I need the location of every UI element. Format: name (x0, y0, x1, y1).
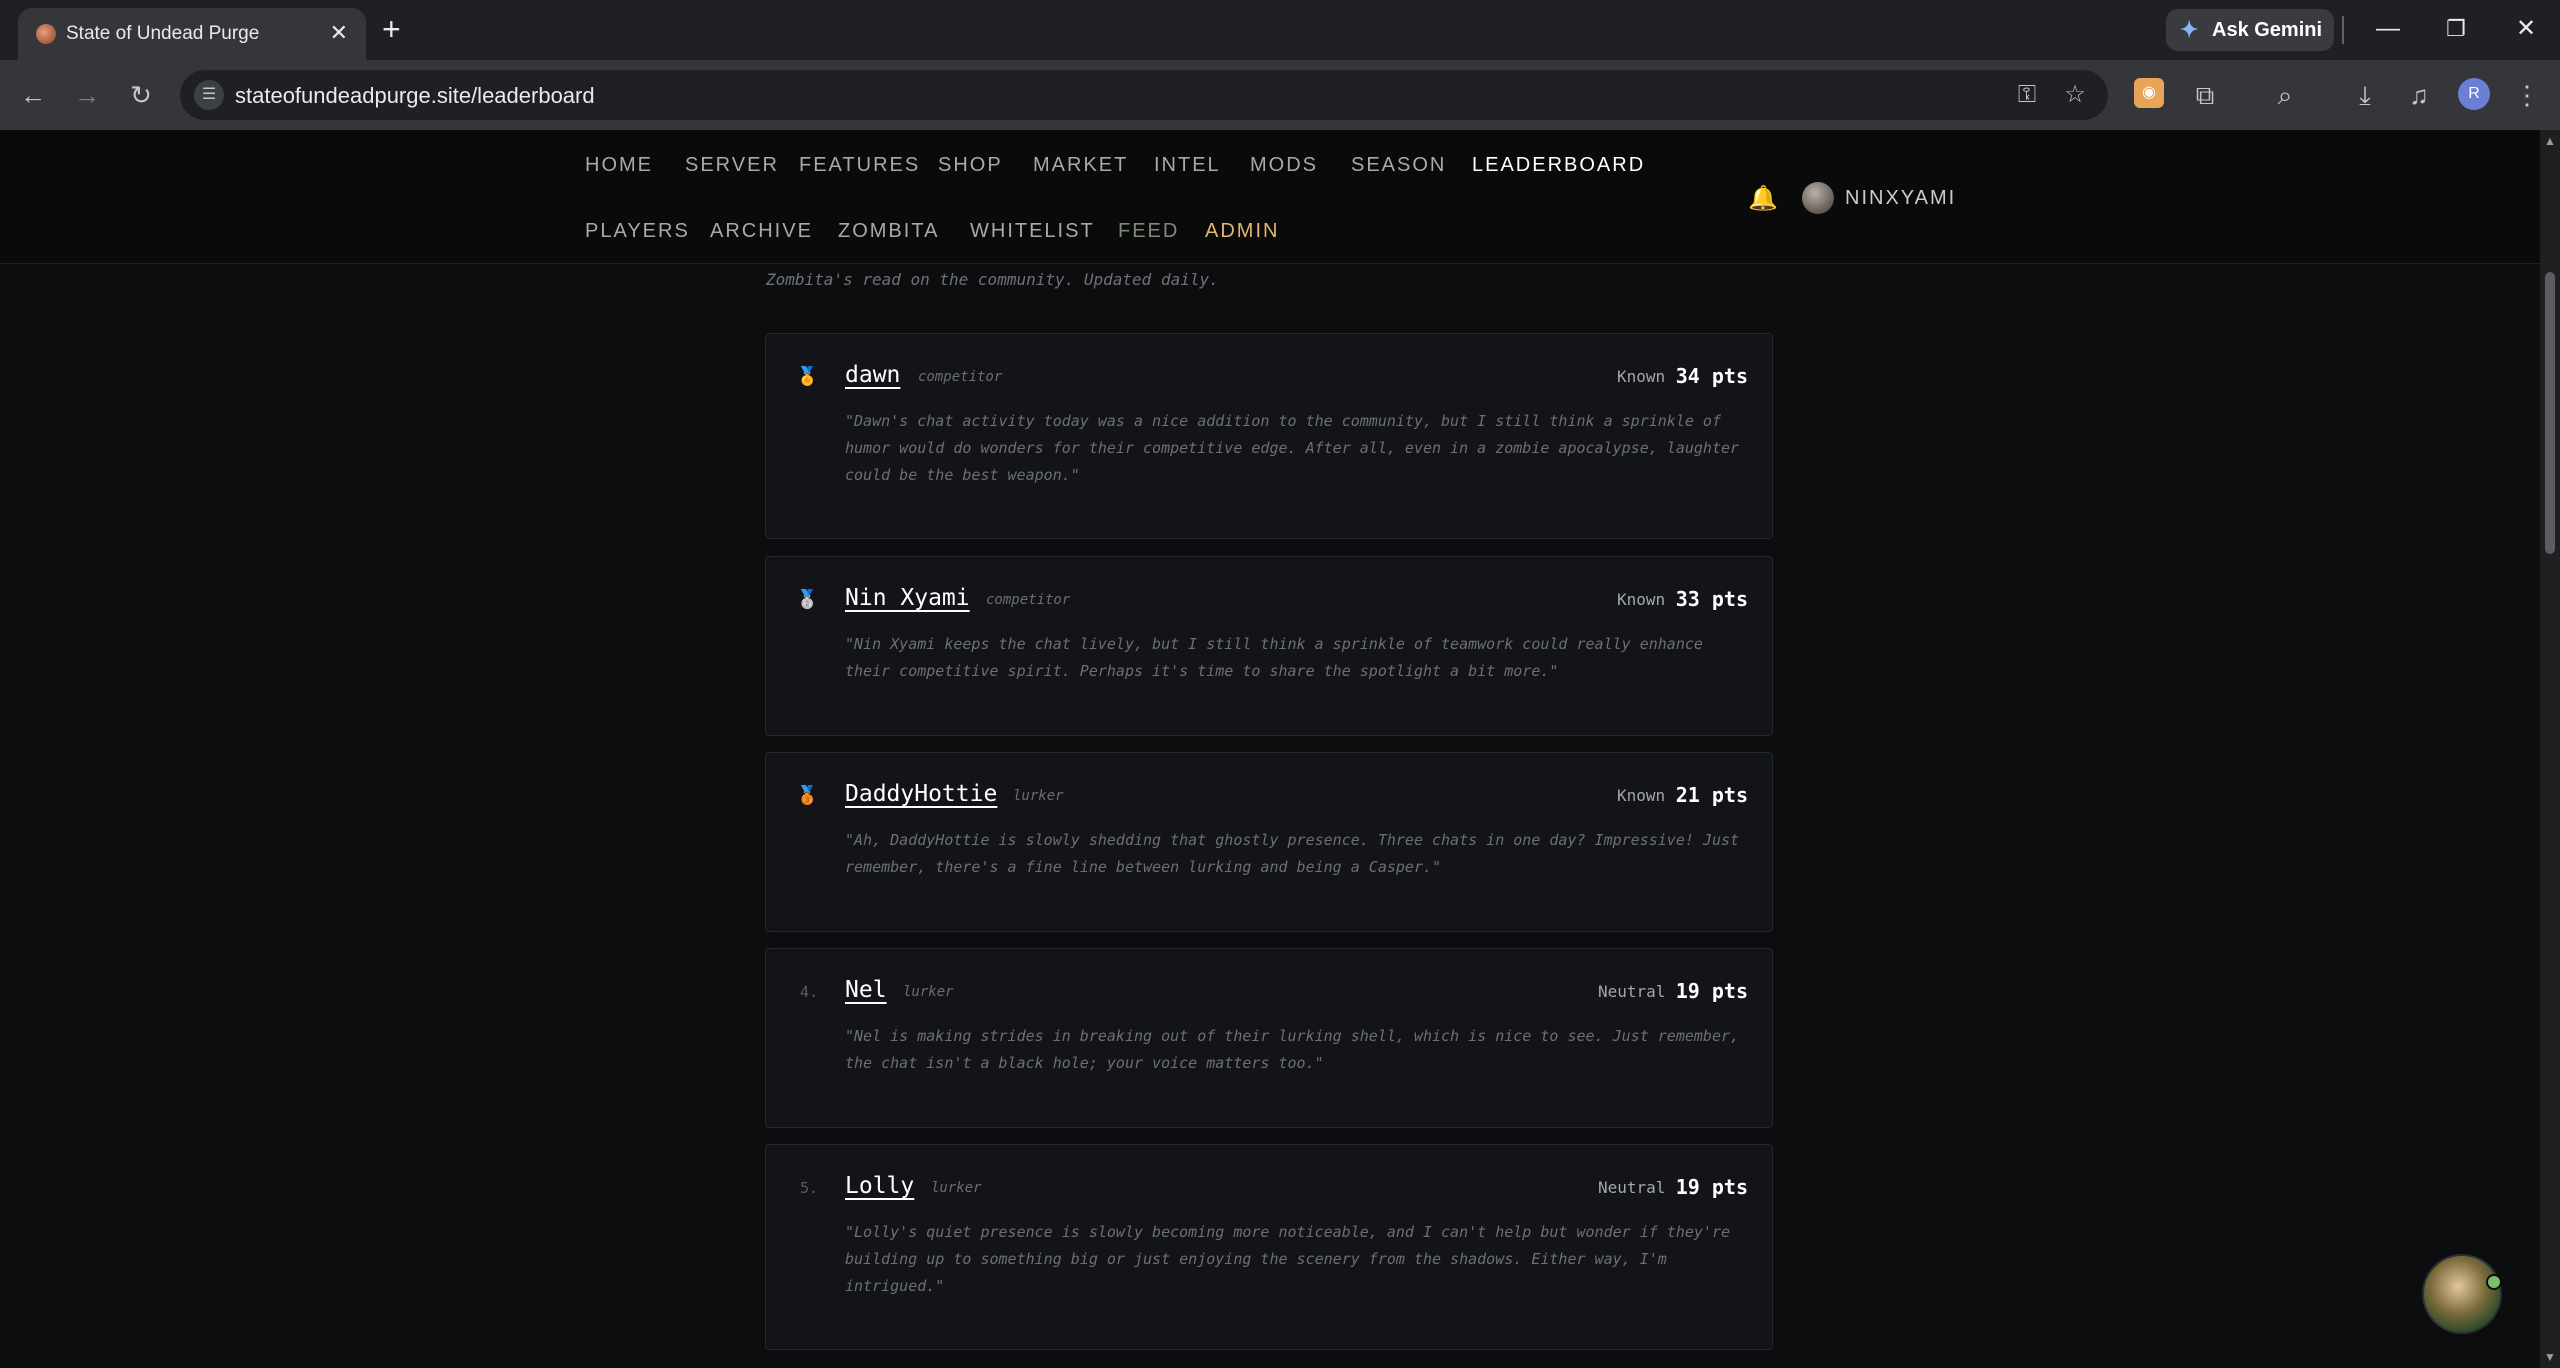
player-role: lurker (1013, 788, 1064, 804)
menu-kebab-icon[interactable]: ⋮ (2510, 78, 2544, 112)
nav-market[interactable]: MARKET (1033, 154, 1128, 177)
silver-medal-icon: 🥈 (796, 589, 819, 609)
rank-number: 5. (800, 1179, 819, 1197)
close-tab-icon[interactable]: ✕ (330, 20, 348, 46)
downloads-icon[interactable]: ⤓ (2348, 78, 2382, 112)
browser-toolbar: ← → ↻ ☰ stateofundeadpurge.site/leaderbo… (0, 60, 2560, 130)
browser-tab[interactable]: State of Undead Purge ✕ (18, 8, 366, 60)
address-bar[interactable]: ☰ stateofundeadpurge.site/leaderboard ⚿ … (180, 70, 2108, 120)
nav-feed[interactable]: FEED (1118, 220, 1179, 243)
zombita-chat-avatar[interactable] (2422, 1254, 2502, 1334)
nav-home[interactable]: HOME (585, 154, 653, 177)
player-standing: Known (1617, 367, 1666, 386)
tab-strip: State of Undead Purge ✕ + ✦ Ask Gemini —… (0, 0, 2560, 60)
player-points: 21 pts (1675, 783, 1748, 807)
notification-bell-icon[interactable]: 🔔 (1748, 184, 1778, 213)
close-window-icon[interactable]: ✕ (2506, 14, 2546, 44)
ask-gemini-label: Ask Gemini (2212, 19, 2323, 41)
password-key-icon[interactable]: ⚿ (2012, 80, 2042, 110)
gemini-sparkle-icon: ✦ (2180, 17, 2199, 42)
player-standing: Neutral (1598, 1178, 1666, 1197)
leaderboard-card: 🏅 dawn competitor Known 34 pts "Dawn's c… (765, 333, 1773, 539)
player-name-link[interactable]: Nin Xyami (845, 585, 970, 611)
restore-icon[interactable]: ❐ (2436, 14, 2476, 44)
scroll-down-icon[interactable]: ▼ (2544, 1350, 2556, 1364)
reload-icon[interactable]: ↻ (124, 78, 158, 112)
site-info-icon[interactable]: ☰ (194, 80, 224, 110)
media-controls-icon[interactable]: ♫ (2402, 78, 2436, 112)
player-standing: Known (1617, 786, 1666, 805)
nav-leaderboard[interactable]: LEADERBOARD (1472, 154, 1645, 177)
nav-zombita[interactable]: ZOMBITA (838, 220, 939, 243)
scroll-thumb[interactable] (2545, 272, 2555, 554)
nav-admin[interactable]: ADMIN (1205, 220, 1279, 243)
player-name-link[interactable]: DaddyHottie (845, 781, 997, 807)
zombita-quote: "Dawn's chat activity today was a nice a… (845, 412, 1740, 484)
nav-season[interactable]: SEASON (1351, 154, 1446, 177)
page-content: HOME SERVER FEATURES SHOP MARKET INTEL M… (0, 130, 2540, 1368)
nav-intel[interactable]: INTEL (1154, 154, 1221, 177)
user-name[interactable]: NINXYAMI (1845, 187, 1956, 210)
bronze-medal-icon: 🥉 (796, 785, 819, 805)
nav-shop[interactable]: SHOP (938, 154, 1003, 177)
nav-archive[interactable]: ARCHIVE (710, 220, 813, 243)
player-role: competitor (986, 592, 1071, 608)
player-name-link[interactable]: dawn (845, 362, 900, 388)
zombita-quote: "Ah, DaddyHottie is slowly shedding that… (845, 831, 1740, 876)
nav-server[interactable]: SERVER (685, 154, 779, 177)
player-points: 19 pts (1675, 1175, 1748, 1199)
ask-gemini-button[interactable]: ✦ Ask Gemini (2166, 9, 2334, 51)
new-tab-icon[interactable]: + (382, 13, 401, 45)
tabbar-divider (2342, 16, 2344, 44)
player-name-link[interactable]: Nel (845, 977, 887, 1003)
player-role: lurker (903, 984, 954, 1000)
bookmark-star-icon[interactable]: ☆ (2060, 80, 2090, 110)
profile-avatar[interactable]: R (2458, 78, 2490, 110)
player-standing: Neutral (1598, 982, 1666, 1001)
extensions-puzzle-icon[interactable]: ⧉ (2188, 78, 2222, 112)
url-text[interactable]: stateofundeadpurge.site/leaderboard (235, 83, 595, 109)
minimize-icon[interactable]: — (2368, 14, 2408, 44)
zombita-quote: "Lolly's quiet presence is slowly becomi… (845, 1223, 1731, 1295)
player-points: 19 pts (1675, 979, 1748, 1003)
player-points: 33 pts (1675, 587, 1748, 611)
nav-whitelist[interactable]: WHITELIST (970, 220, 1095, 243)
page-scrollbar[interactable]: ▲ ▼ (2540, 130, 2560, 1368)
leaderboard-card: 5. Lolly lurker Neutral 19 pts "Lolly's … (765, 1144, 1773, 1350)
leaderboard-subtitle: Zombita's read on the community. Updated… (766, 270, 1219, 289)
nav-players[interactable]: PLAYERS (585, 220, 690, 243)
rank-number: 4. (800, 983, 819, 1001)
online-status-dot (2486, 1274, 2502, 1290)
zombita-quote: "Nin Xyami keeps the chat lively, but I … (845, 635, 1703, 680)
extension-icon[interactable]: ◉ (2134, 78, 2164, 108)
tab-title: State of Undead Purge (66, 23, 260, 44)
leaderboard-card: 🥉 DaddyHottie lurker Known 21 pts "Ah, D… (765, 752, 1773, 932)
site-favicon-icon (36, 24, 56, 44)
player-points: 34 pts (1675, 364, 1748, 388)
nav-mods[interactable]: MODS (1250, 154, 1318, 177)
gold-medal-icon: 🏅 (796, 366, 819, 386)
site-navigation: HOME SERVER FEATURES SHOP MARKET INTEL M… (0, 130, 2540, 264)
nav-features[interactable]: FEATURES (799, 154, 920, 177)
forward-icon[interactable]: → (70, 78, 104, 112)
scroll-up-icon[interactable]: ▲ (2544, 134, 2556, 148)
back-icon[interactable]: ← (16, 78, 50, 112)
zombita-quote: "Nel is making strides in breaking out o… (845, 1027, 1740, 1072)
leaderboard-card: 🥈 Nin Xyami competitor Known 33 pts "Nin… (765, 556, 1773, 736)
tab-search-icon[interactable]: ⌕ (2268, 78, 2302, 112)
player-name-link[interactable]: Lolly (845, 1173, 914, 1199)
player-role: competitor (918, 369, 1003, 385)
user-avatar[interactable] (1802, 182, 1834, 214)
leaderboard-card: 4. Nel lurker Neutral 19 pts "Nel is mak… (765, 948, 1773, 1128)
player-role: lurker (931, 1180, 982, 1196)
player-standing: Known (1617, 590, 1666, 609)
